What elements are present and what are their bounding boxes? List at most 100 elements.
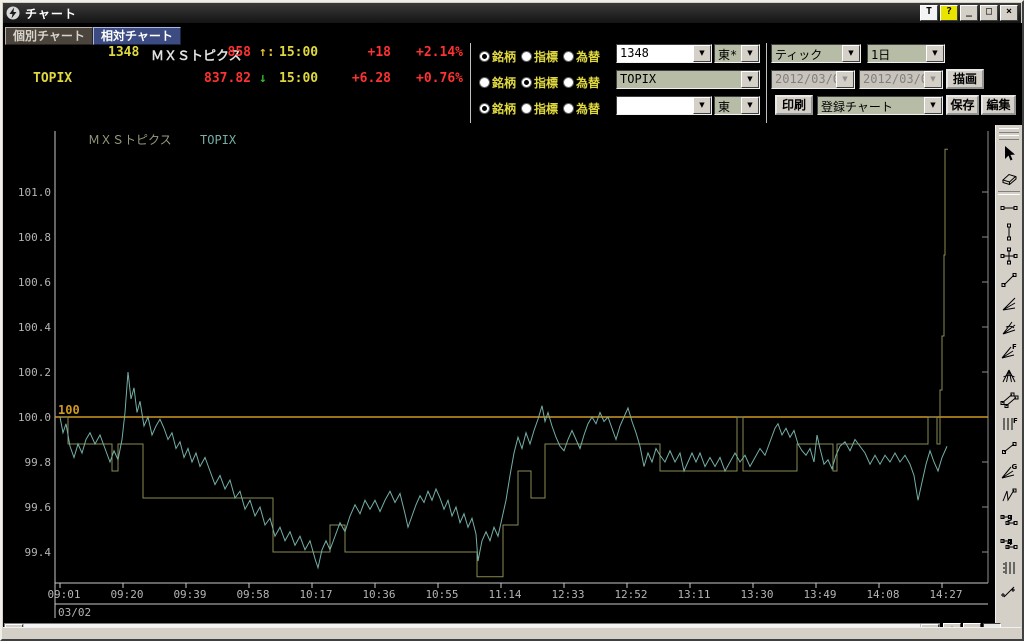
toolbar-grip[interactable] [999,135,1019,140]
tab-individual-chart[interactable]: 個別チャート [5,27,93,45]
tool-vertical-lines-icon[interactable] [998,556,1021,580]
chevron-down-icon[interactable]: ▼ [924,97,942,114]
tool-fan-lines-icon[interactable] [998,316,1021,340]
radio-icon[interactable] [563,103,575,114]
tool-four-point-line-icon[interactable]: 4 [998,532,1021,556]
tool-pitchfork-icon[interactable] [998,484,1021,508]
tool-trend-segment-icon[interactable] [998,436,1021,460]
legend-mxs-topix: ＭＸＳトピクス [88,133,172,147]
chevron-down-icon[interactable]: ▼ [693,97,711,114]
tool-freehand-lines-icon[interactable] [998,580,1021,604]
radio-icon[interactable] [563,51,575,62]
tool-select-icon[interactable] [998,142,1021,166]
radio-icon[interactable] [479,103,490,114]
chevron-down-icon[interactable]: ▼ [741,71,759,88]
tool-parallel-lines-icon[interactable] [998,388,1021,412]
radio-label: 為替 [576,50,601,64]
minimize-button[interactable]: _ [960,5,978,21]
text-tool-button[interactable]: T [920,5,938,21]
radio-forex[interactable]: 為替 [563,48,600,65]
x-tick-label: 10:17 [299,588,332,601]
tool-gann-line-icon[interactable]: G [998,460,1021,484]
radio-symbol[interactable]: 銘柄 [479,48,516,65]
quote-code: 1348 [108,45,140,60]
tab-relative-chart[interactable]: 相対チャート [93,27,181,45]
radio-symbol[interactable]: 銘柄 [479,100,516,117]
symbol-combo-2[interactable]: TOPIX ▼ [616,70,760,89]
quote-change: +6.28 [351,71,391,86]
x-tick-label: 13:30 [740,588,773,601]
combo-value: 1日 [871,48,891,62]
registered-chart-combo[interactable]: 登録チャート ▼ [817,96,943,115]
chart-canvas[interactable]: 101.0 100.8 100.6 100.4 100.2 100.0 99.8 99.6 99… [4,125,992,622]
symbol-combo-1[interactable]: 1348 ▼ [616,44,712,63]
symbol-combo-3[interactable]: ▼ [616,96,712,115]
exchange-combo-3[interactable]: 東 ▼ [714,96,760,115]
radio-label: 銘柄 [492,102,517,116]
divider [766,43,767,123]
span-combo[interactable]: 1日 ▼ [867,44,945,63]
chevron-down-icon[interactable]: ▼ [693,45,711,62]
radio-index[interactable]: 指標 [521,100,558,117]
chart-plot-area[interactable]: 101.0 100.8 100.6 100.4 100.2 100.0 99.8 99.6 99… [4,125,992,622]
quote-code: TOPIX [33,71,73,86]
x-tick-label: 10:36 [362,588,395,601]
radio-icon[interactable] [521,51,533,62]
x-tick-label: 13:11 [677,588,710,601]
tool-eraser-icon[interactable] [998,166,1021,190]
radio-icon[interactable] [479,51,490,62]
svg-text:G: G [1012,463,1018,471]
radio-index[interactable]: 指標 [521,74,558,91]
interval-combo[interactable]: ティック ▼ [771,44,861,63]
date-from-combo: 2012/03/03▼ [771,70,855,89]
radio-icon[interactable] [521,77,533,88]
y-tick-label: 99.4 [25,546,52,559]
exchange-combo-1[interactable]: 東* ▼ [714,44,760,63]
combo-value: 2012/03/03 [775,72,836,86]
chevron-down-icon[interactable]: ▼ [741,45,759,62]
radio-index[interactable]: 指標 [521,48,558,65]
chevron-down-icon[interactable]: ▼ [741,97,759,114]
quote-change-percent: +2.14% [416,45,463,60]
radio-icon[interactable] [563,77,575,88]
save-button[interactable]: 保存 [946,95,979,115]
close-button[interactable]: × [1000,5,1018,21]
tool-fibonacci-fan-icon[interactable]: F [998,340,1021,364]
toolbar-grip[interactable] [999,128,1019,133]
quote-time: 15:00 [279,71,319,86]
date-label: 03/02 [58,606,91,619]
combo-value: 2012/03/03 [863,72,924,86]
y-tick-label: 100.2 [18,366,51,379]
radio-group-2: 銘柄 指標 為替 [479,74,617,91]
tool-gann-fan-icon[interactable] [998,364,1021,388]
titlebar[interactable]: チャート T ? _ □ × [3,3,1021,23]
tool-cross-line-icon[interactable] [998,244,1021,268]
tool-trend-line-icon[interactable] [998,268,1021,292]
radio-symbol[interactable]: 銘柄 [479,74,516,91]
chevron-down-icon: ▼ [924,71,942,88]
radio-forex[interactable]: 為替 [563,100,600,117]
combo-value: 1348 [620,46,649,60]
x-tick-label: 12:52 [614,588,647,601]
tool-speed-lines-icon[interactable] [998,292,1021,316]
chevron-down-icon[interactable]: ▼ [926,45,944,62]
radio-icon[interactable] [479,77,490,88]
radio-group-1: 銘柄 指標 為替 [479,48,617,65]
tool-three-point-line-icon[interactable]: 3 [998,508,1021,532]
help-button[interactable]: ? [940,5,958,21]
maximize-button[interactable]: □ [980,5,998,21]
print-button[interactable]: 印刷 [775,95,813,115]
radio-forex[interactable]: 為替 [563,74,600,91]
tool-vertical-line-icon[interactable] [998,220,1021,244]
chevron-down-icon[interactable]: ▼ [842,45,860,62]
tool-horizontal-line-icon[interactable] [998,196,1021,220]
radio-icon[interactable] [521,103,533,114]
tool-fibonacci-timezone-icon[interactable]: F [998,412,1021,436]
main-area: 個別チャート 相対チャート 1348 ＭＸＳトピクス 858 ↑: 15:00 … [3,23,1022,639]
radio-label: 為替 [576,102,601,116]
draw-button[interactable]: 描画 [946,69,984,89]
edit-button[interactable]: 編集 [981,95,1016,115]
svg-text:F: F [1013,417,1018,425]
chart-window: チャート T ? _ □ × 個別チャート 相対チャート 1348 ＭＸＳトピク… [0,0,1024,641]
radio-label: 為替 [576,76,601,90]
